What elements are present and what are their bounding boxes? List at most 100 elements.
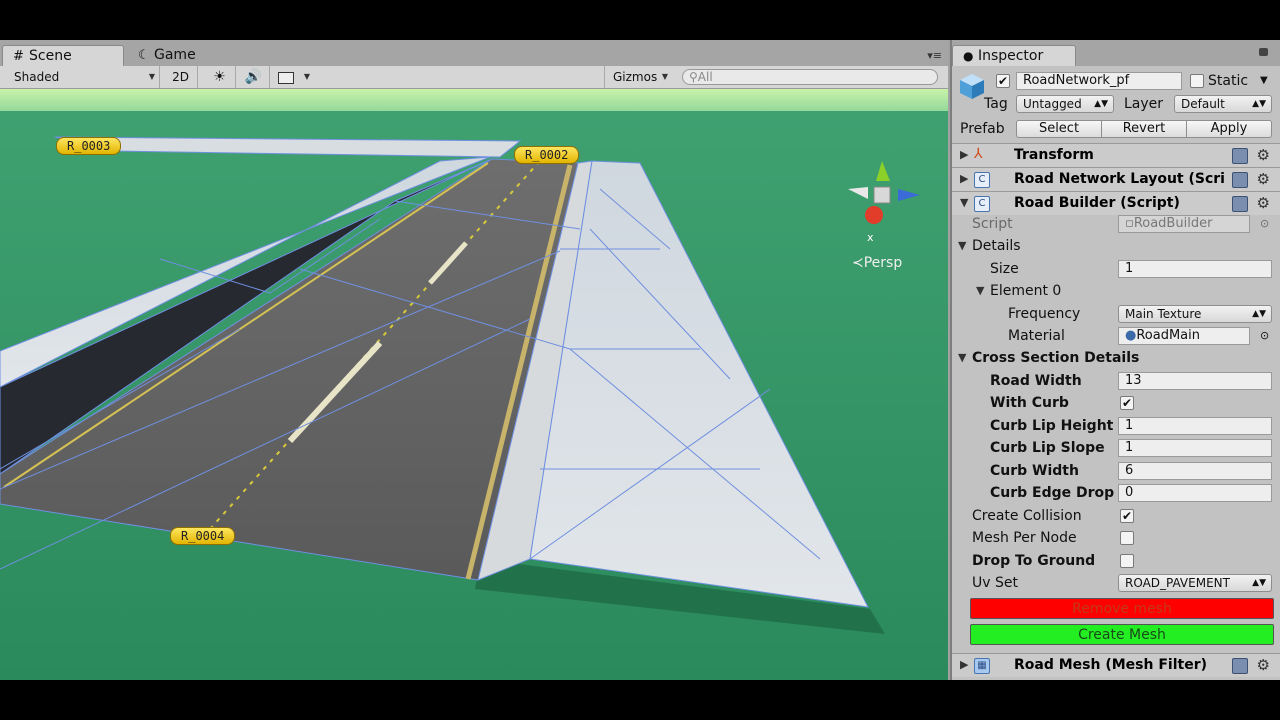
prefab-label: Prefab [960, 121, 1005, 137]
frequency-value: Main Texture [1125, 307, 1202, 321]
with-curb-row: With Curb ✔ [952, 392, 1280, 414]
gizmo-z-axis[interactable] [898, 189, 920, 201]
panel-menu-icon[interactable]: ▾≡ [927, 49, 942, 62]
gizmo-y-axis[interactable] [876, 161, 890, 181]
script-label: Script [972, 216, 1013, 232]
scene-render [0, 89, 948, 680]
element0-row[interactable]: ▼ Element 0 [952, 280, 1280, 302]
road-width-row: Road Width 13 [952, 370, 1280, 392]
tab-game[interactable]: ☾ Game [128, 45, 238, 66]
effects-dropdown[interactable]: ▼ [274, 66, 314, 88]
road-network-layout-header[interactable]: ▶ C Road Network Layout (Scri ⚙ [952, 167, 1280, 191]
create-collision-checkbox[interactable]: ✔ [1120, 509, 1134, 523]
road-mesh-header[interactable]: ▶ ▦ Road Mesh (Mesh Filter) ⚙ [952, 653, 1280, 677]
scene-viewport[interactable]: R_0003 R_0002 R_0004 x ≺Persp [0, 89, 948, 680]
audio-toggle-icon[interactable]: 🔊 [238, 66, 270, 88]
material-sphere-icon: ● [1125, 328, 1137, 343]
gear-icon[interactable]: ⚙ [1257, 656, 1270, 674]
toggle-2d-button[interactable]: 2D [164, 66, 198, 88]
gizmo-neg-axis[interactable] [848, 187, 868, 199]
drop-to-ground-checkbox[interactable] [1120, 554, 1134, 568]
tab-scene[interactable]: # Scene [2, 45, 124, 66]
prefab-select-button[interactable]: Select [1016, 120, 1102, 138]
details-row[interactable]: ▼ Details [952, 235, 1280, 257]
prefab-revert-button[interactable]: Revert [1101, 120, 1187, 138]
size-label: Size [990, 261, 1019, 277]
road-builder-header[interactable]: ▼ C Road Builder (Script) ⚙ [952, 191, 1280, 215]
sky [0, 89, 948, 113]
static-dropdown-arrow-icon[interactable]: ▼ [1260, 70, 1268, 92]
road-width-field[interactable]: 13 [1118, 372, 1272, 390]
tab-inspector[interactable]: ● Inspector [952, 45, 1076, 66]
curb-width-field[interactable]: 6 [1118, 462, 1272, 480]
object-picker-icon[interactable]: ⊙ [1260, 325, 1269, 347]
foldout-expanded-icon[interactable]: ▼ [958, 235, 966, 257]
gear-icon[interactable]: ⚙ [1257, 146, 1270, 164]
layer-dropdown[interactable]: Default ▲▼ [1174, 95, 1272, 113]
static-checkbox[interactable] [1190, 74, 1204, 88]
foldout-expanded-icon[interactable]: ▼ [958, 347, 966, 369]
curb-edge-drop-label: Curb Edge Drop [990, 485, 1115, 501]
uv-set-dropdown[interactable]: ROAD_PAVEMENT ▲▼ [1118, 574, 1272, 592]
help-book-icon[interactable] [1232, 658, 1248, 674]
image-effects-icon [278, 71, 294, 84]
unity-editor: # Scene ☾ Game ▾≡ Shaded ▼ 2D ☀ 🔊 ▼ Gizmos [0, 40, 1280, 680]
dropdown-arrow-icon: ▲▼ [1252, 578, 1266, 588]
gear-icon[interactable]: ⚙ [1257, 170, 1270, 188]
object-name-field[interactable]: RoadNetwork_pf [1016, 72, 1182, 90]
material-field[interactable]: ●RoadMain [1118, 327, 1250, 345]
frequency-label: Frequency [1008, 306, 1081, 322]
object-active-checkbox[interactable]: ✔ [996, 74, 1010, 88]
info-icon: ● [963, 49, 974, 63]
scene-search-input[interactable]: ⚲All [682, 69, 938, 85]
node-label-r0002[interactable]: R_0002 [514, 146, 580, 164]
size-field[interactable]: 1 [1118, 260, 1272, 278]
create-mesh-button[interactable]: Create Mesh [970, 624, 1274, 645]
foldout-collapsed-icon[interactable]: ▶ [960, 144, 968, 166]
frequency-dropdown[interactable]: Main Texture ▲▼ [1118, 305, 1272, 323]
gizmo-x-axis[interactable] [865, 206, 883, 224]
node-label-r0004[interactable]: R_0004 [170, 527, 236, 545]
node-label-r0003[interactable]: R_0003 [56, 137, 122, 155]
orientation-gizmo[interactable]: x [838, 159, 928, 249]
gizmos-label: Gizmos [613, 70, 658, 84]
cross-section-row[interactable]: ▼ Cross Section Details [952, 347, 1280, 369]
mesh-per-node-checkbox[interactable] [1120, 531, 1134, 545]
drop-to-ground-label: Drop To Ground [972, 553, 1096, 569]
search-icon: ⚲ [689, 70, 698, 84]
with-curb-checkbox[interactable]: ✔ [1120, 396, 1134, 410]
gizmos-dropdown[interactable]: Gizmos ▼ [604, 66, 672, 88]
tab-scene-label: Scene [29, 48, 72, 64]
create-collision-row: Create Collision ✔ [952, 505, 1280, 527]
dropdown-arrow-icon: ▼ [148, 72, 155, 81]
help-book-icon[interactable] [1232, 196, 1248, 212]
foldout-expanded-icon[interactable]: ▼ [960, 192, 968, 214]
foldout-expanded-icon[interactable]: ▼ [976, 280, 984, 302]
prefab-apply-button[interactable]: Apply [1186, 120, 1272, 138]
script-field: ▫RoadBuilder [1118, 215, 1250, 233]
transform-component-header[interactable]: ▶ ⅄ Transform ⚙ [952, 143, 1280, 167]
gizmo-center-cube[interactable] [873, 186, 891, 204]
dropdown-arrow-icon: ▲▼ [1252, 99, 1266, 109]
gear-icon[interactable]: ⚙ [1257, 194, 1270, 212]
lock-icon[interactable] [1259, 48, 1268, 56]
help-book-icon[interactable] [1232, 172, 1248, 188]
curb-edge-drop-field[interactable]: 0 [1118, 484, 1272, 502]
foldout-collapsed-icon[interactable]: ▶ [960, 654, 968, 676]
curb-lip-slope-field[interactable]: 1 [1118, 439, 1272, 457]
lighting-toggle-icon[interactable]: ☀ [204, 66, 236, 88]
curb-lip-height-field[interactable]: 1 [1118, 417, 1272, 435]
help-book-icon[interactable] [1232, 148, 1248, 164]
script-icon: C [974, 196, 990, 212]
scene-tabbar: # Scene ☾ Game ▾≡ [0, 40, 948, 66]
layer-label: Layer [1124, 96, 1164, 112]
mesh-per-node-row: Mesh Per Node [952, 527, 1280, 549]
dropdown-arrow-icon: ▲▼ [1094, 99, 1108, 109]
remove-mesh-button[interactable]: Remove mesh [970, 598, 1274, 619]
perspective-label[interactable]: ≺Persp [852, 255, 902, 271]
foldout-collapsed-icon[interactable]: ▶ [960, 168, 968, 190]
tag-dropdown[interactable]: Untagged ▲▼ [1016, 95, 1114, 113]
letterbox-top [0, 0, 1280, 40]
shading-mode-label: Shaded [14, 70, 60, 84]
shading-mode-dropdown[interactable]: Shaded ▼ [0, 66, 160, 88]
